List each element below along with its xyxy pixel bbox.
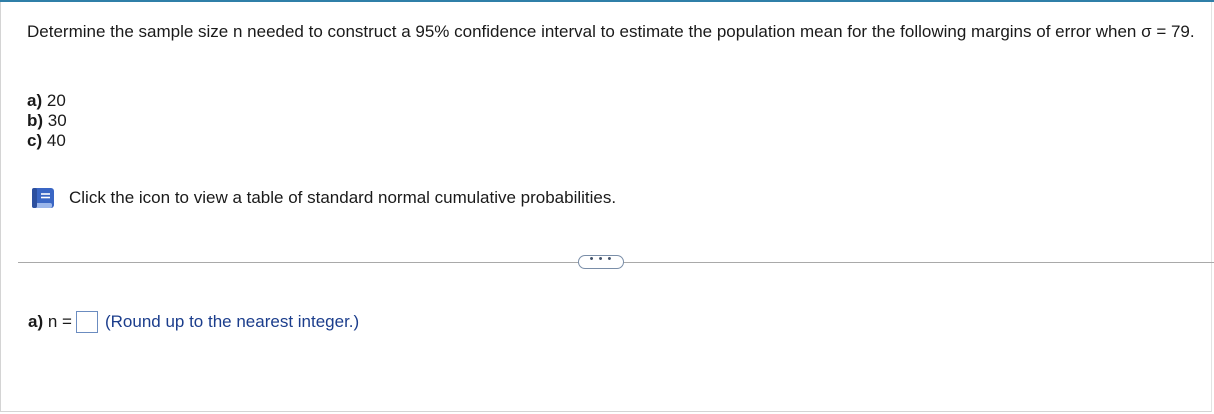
part-value: 40 bbox=[46, 131, 66, 150]
ellipsis-icon: • • • bbox=[589, 253, 613, 265]
margin-of-error-list: a) 20 b) 30 c) 40 bbox=[27, 91, 67, 151]
answer-variable: n = bbox=[47, 312, 72, 331]
part-label: b) bbox=[27, 111, 44, 130]
part-value: 20 bbox=[46, 91, 66, 110]
normal-table-link-text: Click the icon to view a table of standa… bbox=[69, 188, 617, 207]
rounding-hint: (Round up to the nearest integer.) bbox=[104, 312, 360, 331]
answer-input[interactable] bbox=[75, 311, 98, 333]
part-value: 30 bbox=[47, 111, 67, 130]
part-c: c) 40 bbox=[27, 131, 67, 151]
part-label: c) bbox=[27, 131, 43, 150]
part-label: a) bbox=[27, 91, 43, 110]
answer-label: a) n = bbox=[28, 312, 72, 332]
part-a: a) 20 bbox=[27, 91, 67, 111]
part-b: b) 30 bbox=[27, 111, 67, 131]
answer-row-a: a) n = (Round up to the nearest integer.… bbox=[28, 309, 359, 335]
answer-part-label: a) bbox=[28, 312, 44, 331]
top-accent-bar bbox=[0, 0, 1214, 2]
normal-table-link-row: Click the icon to view a table of standa… bbox=[28, 185, 616, 211]
question-text: Determine the sample size n needed to co… bbox=[27, 22, 1195, 41]
expand-more-button[interactable]: • • • bbox=[578, 253, 624, 269]
book-icon[interactable] bbox=[28, 186, 58, 210]
